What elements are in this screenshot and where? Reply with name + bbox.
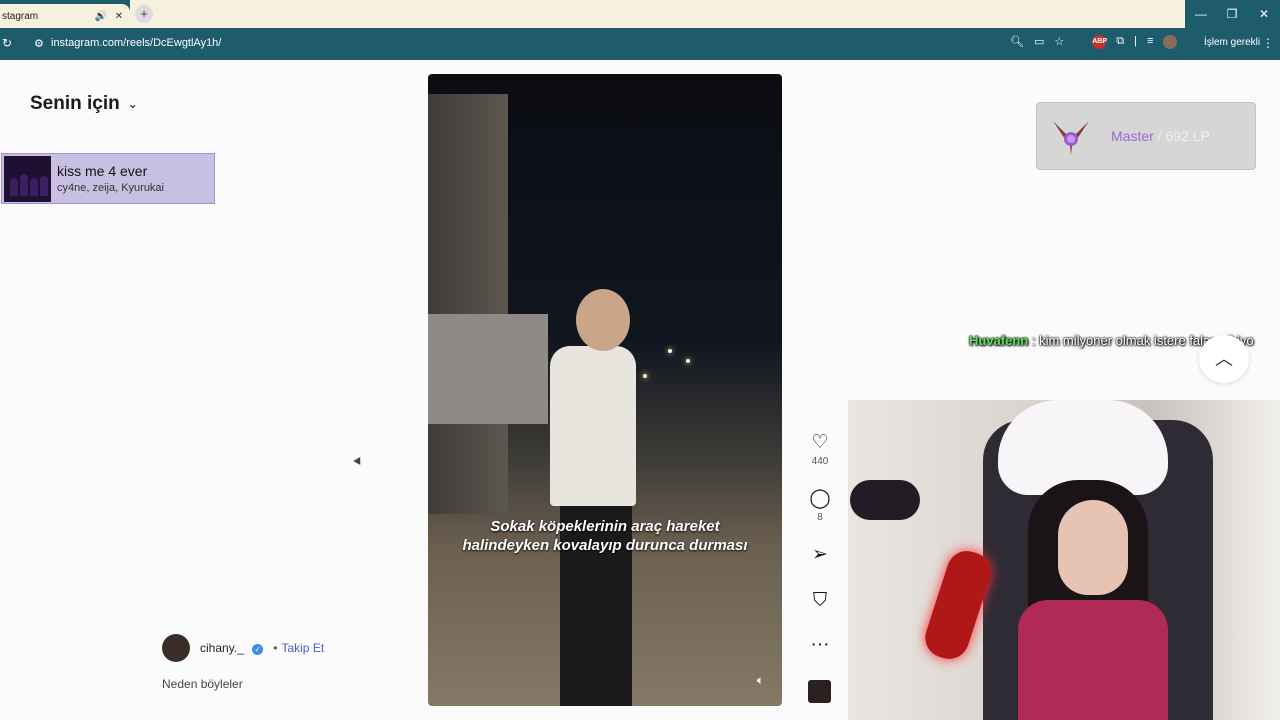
save-button[interactable]: ⛉ xyxy=(806,590,834,612)
rank-lp: / 692 LP xyxy=(1153,128,1210,144)
cast-icon[interactable]: ▭ xyxy=(1034,35,1044,49)
video-building xyxy=(428,94,508,514)
street-lamp xyxy=(643,374,647,378)
more-icon: ··· xyxy=(810,634,830,655)
like-button[interactable]: ♡ 440 xyxy=(806,432,834,467)
heart-icon: ♡ xyxy=(811,432,829,453)
share-button[interactable]: ➢ xyxy=(806,544,834,566)
address-bar-icons: 🔍︎ ▭ ☆ ABP ⧉ | ≡ xyxy=(1010,35,1178,49)
feed-title: Senin için xyxy=(30,93,120,114)
minimize-button[interactable]: — xyxy=(1185,0,1217,28)
comment-button[interactable]: ◯ 8 xyxy=(806,488,834,523)
reel-author: cihany._ ✓ • Takip Et xyxy=(162,634,324,662)
send-icon: ➢ xyxy=(812,544,828,565)
album-art xyxy=(4,156,51,202)
audio-thumbnail[interactable] xyxy=(808,680,831,703)
browser-tab-instagram[interactable]: stagram 🔊 ✕ xyxy=(0,4,130,28)
separator-dot: • xyxy=(273,641,278,655)
browser-tabbar: stagram 🔊 ✕ + — ❐ ✕ xyxy=(0,0,1280,28)
chevron-up-icon: ︿ xyxy=(1215,349,1233,369)
tab-title: stagram xyxy=(2,10,39,22)
zoom-icon[interactable]: 🔍︎ xyxy=(1010,35,1024,49)
comment-icon: ◯ xyxy=(809,488,831,509)
now-playing-card[interactable]: kiss me 4 ever cy4ne, zeija, Kyurukai xyxy=(1,153,215,204)
webcam-face xyxy=(1058,500,1128,595)
master-emblem-icon xyxy=(1053,121,1089,155)
like-count: 440 xyxy=(811,456,829,467)
author-name[interactable]: cihany._ xyxy=(200,641,244,655)
bookmark-icon: ⛉ xyxy=(812,590,828,611)
video-person-head xyxy=(576,289,630,351)
webcam-top xyxy=(1018,600,1168,720)
speaker-icon[interactable]: 🔊 xyxy=(94,11,108,22)
author-avatar[interactable] xyxy=(162,634,190,662)
bookmark-star-icon[interactable]: ☆ xyxy=(1054,35,1064,49)
video-building-lower xyxy=(428,314,548,424)
video-person-body xyxy=(550,346,636,506)
adblock-icon[interactable]: ABP xyxy=(1092,35,1107,49)
more-options-button[interactable]: ··· xyxy=(806,634,834,656)
feed-selector[interactable]: Senin için ⌄ xyxy=(30,93,138,115)
video-caption: Sokak köpeklerinin araç hareket halindey… xyxy=(462,518,748,554)
reel-video[interactable]: Sokak köpeklerinin araç hareket halindey… xyxy=(428,74,782,706)
instagram-page: Senin için ⌄ kiss me 4 ever cy4ne, zeija… xyxy=(0,60,1280,720)
url-text[interactable]: instagram.com/reels/DcEwgtlAy1h/ xyxy=(51,37,221,49)
restore-button[interactable]: ❐ xyxy=(1216,0,1248,28)
reload-icon[interactable]: ↻ xyxy=(2,36,12,50)
browser-menu-icon[interactable]: ⋮ xyxy=(1262,36,1274,50)
webcam-plush xyxy=(850,480,920,520)
rank-tier: Master xyxy=(1111,128,1154,144)
tab-close-icon[interactable]: ✕ xyxy=(112,11,126,22)
comment-count: 8 xyxy=(817,512,823,523)
follow-button[interactable]: Takip Et xyxy=(281,641,324,655)
rank-tier-line: Master / 692 LP xyxy=(1111,128,1210,144)
new-tab-button[interactable]: + xyxy=(135,5,153,23)
webcam-overlay xyxy=(848,400,1280,720)
action-required-button[interactable]: İşlem gerekli xyxy=(1204,37,1260,48)
address-bar: ↻ ⚙ instagram.com/reels/DcEwgtlAy1h/ 🔍︎ … xyxy=(0,28,1280,60)
chat-username: Huvafenn xyxy=(969,333,1029,348)
volume-icon[interactable]: 🔈︎ xyxy=(757,673,764,688)
mouse-cursor-icon xyxy=(353,456,364,468)
song-artists: cy4ne, zeija, Kyurukai xyxy=(57,182,164,194)
media-control-icon[interactable]: ≡ xyxy=(1147,35,1153,49)
divider-icon: | xyxy=(1134,35,1137,47)
extensions-icon[interactable]: ⧉ xyxy=(1116,35,1124,49)
reel-description: Neden böyleler xyxy=(162,677,243,691)
tab-strip xyxy=(130,0,1185,28)
profile-avatar-icon[interactable] xyxy=(1163,35,1178,49)
song-title: kiss me 4 ever xyxy=(57,163,148,179)
street-lamp xyxy=(686,359,690,363)
scroll-up-button[interactable]: ︿ xyxy=(1199,335,1249,383)
rank-overlay: Master / 692 LP xyxy=(1036,102,1256,170)
street-lamp xyxy=(668,349,672,353)
close-window-button[interactable]: ✕ xyxy=(1248,0,1280,28)
chevron-down-icon: ⌄ xyxy=(127,97,138,111)
verified-badge-icon: ✓ xyxy=(252,644,264,655)
site-settings-icon[interactable]: ⚙ xyxy=(34,37,44,50)
